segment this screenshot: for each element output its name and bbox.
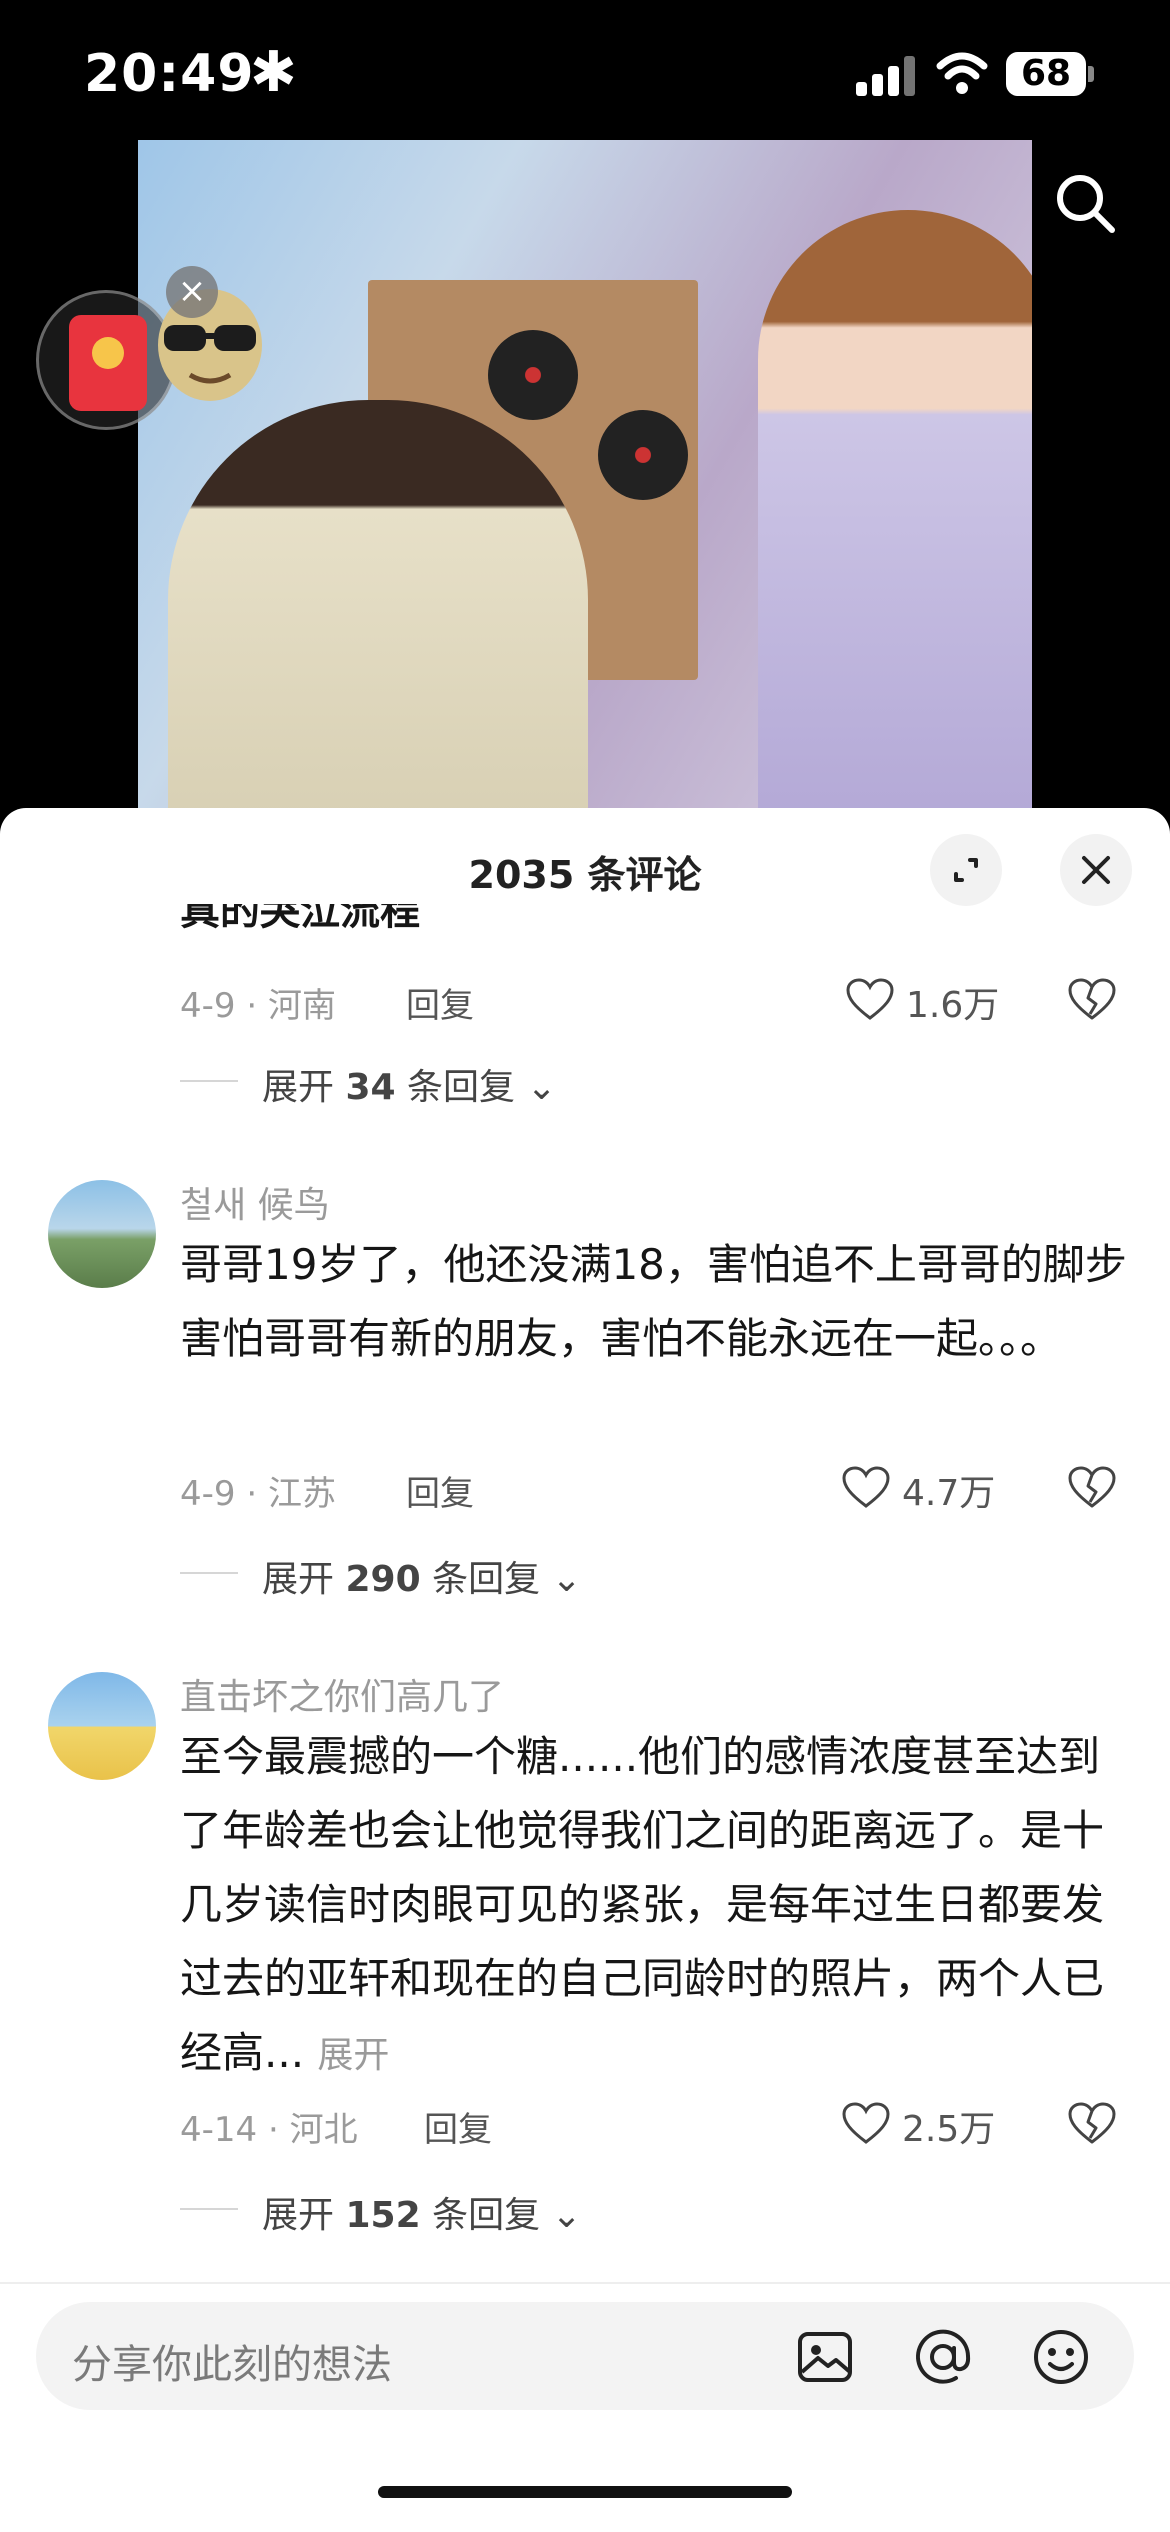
emoji-icon[interactable]: [1030, 2326, 1092, 2388]
comment-username[interactable]: 철새 候鸟: [180, 1176, 330, 1228]
composer-divider: [0, 2282, 1170, 2284]
battery-indicator: 68: [1006, 52, 1086, 96]
truncated-comment-text: 真的哭泣流程: [180, 904, 420, 934]
image-icon[interactable]: [794, 2326, 856, 2388]
red-packet-icon: [69, 315, 147, 411]
reply-button[interactable]: 回复: [406, 978, 474, 1027]
comment-meta: 4-14 · 河北: [180, 2110, 358, 2150]
heart-icon: [842, 1466, 890, 1508]
divider-line: [180, 2208, 238, 2210]
comment-username[interactable]: 直击坏之你们高几了: [180, 1668, 504, 1720]
avatar[interactable]: [48, 1180, 156, 1288]
reply-button[interactable]: 回复: [406, 1466, 474, 1515]
comment-meta: 4-9 · 江苏: [180, 1474, 336, 1514]
heart-icon: [842, 2102, 890, 2144]
search-icon[interactable]: [1050, 168, 1120, 238]
like-count: 4.7万: [902, 1473, 996, 1514]
expand-panel-button[interactable]: [930, 834, 1002, 906]
wifi-icon: [936, 52, 988, 94]
mention-icon[interactable]: [912, 2326, 974, 2388]
broken-heart-icon[interactable]: [1068, 978, 1116, 1022]
expand-replies-label: 展开 152 条回复 ⌄: [262, 2195, 582, 2236]
expand-icon: [954, 858, 978, 882]
expand-replies-label: 展开 34 条回复 ⌄: [262, 1067, 557, 1108]
home-indicator: [378, 2486, 792, 2498]
close-icon[interactable]: ×: [166, 266, 218, 318]
video-figure-left: [168, 400, 588, 808]
divider-line: [180, 1572, 238, 1574]
battery-nub: [1088, 66, 1094, 82]
comment-text-content: 至今最震撼的一个糖......他们的感情浓度甚至达到了年龄差也会让他觉得我们之间…: [180, 1732, 1105, 2077]
broken-heart-icon[interactable]: [1068, 2102, 1116, 2146]
expand-text-link[interactable]: 展开: [317, 2035, 389, 2076]
status-indicator: ✱: [250, 40, 297, 105]
close-panel-button[interactable]: [1060, 834, 1132, 906]
comment-text: 至今最震撼的一个糖......他们的感情浓度甚至达到了年龄差也会让他觉得我们之间…: [180, 1720, 1130, 2093]
composer-placeholder[interactable]: 分享你此刻的想法: [72, 2332, 392, 2390]
status-bar: 20:49 ✱ 68: [0, 0, 1170, 140]
status-time: 20:49: [84, 44, 255, 104]
avatar[interactable]: [48, 1672, 156, 1780]
heart-icon: [846, 978, 894, 1020]
comments-sheet: 2035 条评论 真的哭泣流程 4-9 · 河南 回复 1.6万 展开 34 条…: [0, 808, 1170, 2532]
signal-icon: [856, 56, 916, 96]
broken-heart-icon[interactable]: [1068, 1466, 1116, 1510]
comment-composer[interactable]: 分享你此刻的想法: [36, 2302, 1134, 2410]
reply-button[interactable]: 回复: [424, 2102, 492, 2151]
like-count: 2.5万: [902, 2109, 996, 2150]
video-player[interactable]: [138, 140, 1032, 808]
close-icon: [1082, 856, 1110, 884]
vinyl-record: [488, 330, 578, 420]
comment-meta: 4-9 · 河南: [180, 986, 336, 1026]
like-count: 1.6万: [906, 985, 1000, 1026]
vinyl-record: [598, 410, 688, 500]
divider-line: [180, 1080, 238, 1082]
expand-replies-label: 展开 290 条回复 ⌄: [262, 1559, 582, 1600]
video-figure-right: [758, 210, 1032, 808]
comment-text: 哥哥19岁了，他还没满18，害怕追不上哥哥的脚步 害怕哥哥有新的朋友，害怕不能永…: [180, 1240, 1127, 1363]
